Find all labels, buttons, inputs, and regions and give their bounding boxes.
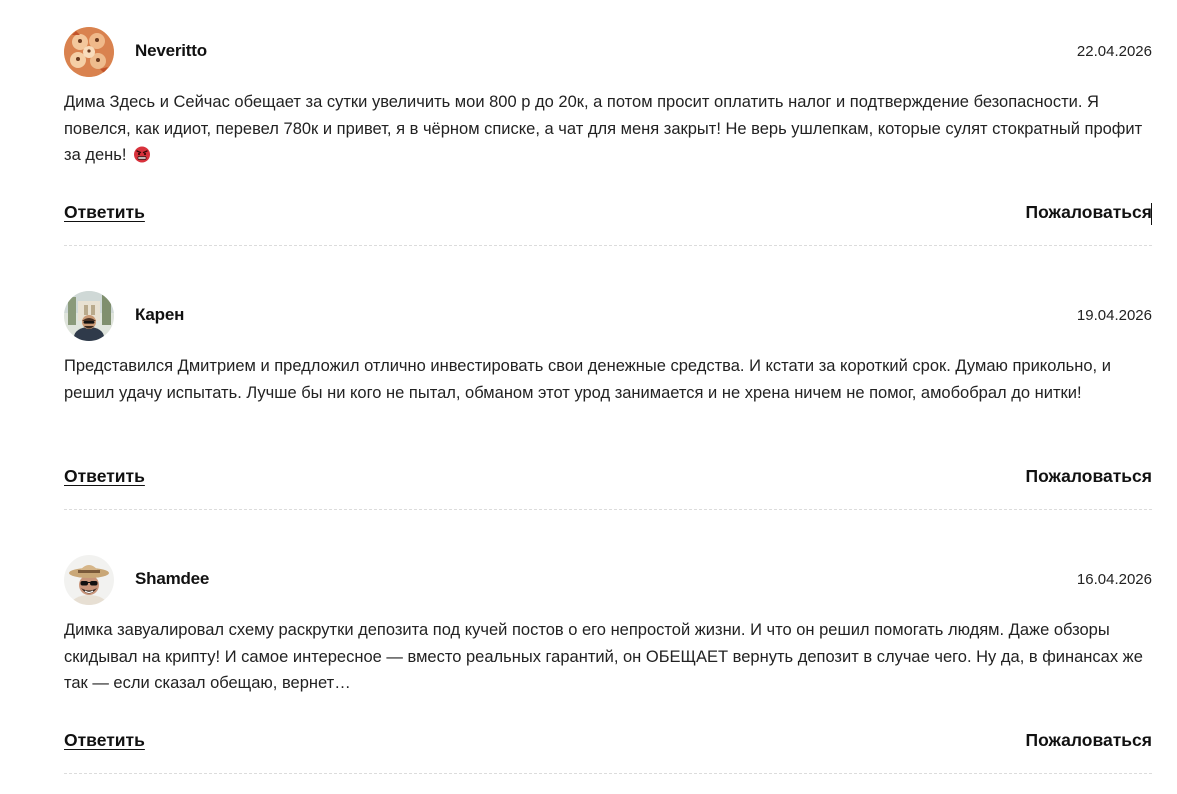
comment-item: Shamdee 16.04.2026 Димка завуалировал сх…	[64, 528, 1152, 792]
comment-header: Shamdee 16.04.2026	[64, 555, 1152, 605]
report-link[interactable]: Пожаловаться	[1026, 202, 1153, 223]
author-name: Neveritto	[135, 41, 207, 60]
comment-date: 19.04.2026	[1076, 307, 1152, 324]
comment-text: Дима Здесь и Сейчас обещает за сутки уве…	[64, 89, 1152, 169]
report-link[interactable]: Пожаловаться	[1026, 466, 1153, 487]
comment-text: Димка завуалировал схему раскрутки депоз…	[64, 621, 1143, 692]
reply-link[interactable]: Ответить	[64, 730, 145, 751]
text-cursor	[1151, 203, 1152, 225]
comments-list: Neveritto 22.04.2026 Дима Здесь и Сейчас…	[64, 0, 1152, 792]
author-name: Shamdee	[135, 569, 210, 588]
divider	[64, 773, 1152, 774]
divider	[64, 245, 1152, 246]
report-link[interactable]: Пожаловаться	[1026, 730, 1153, 751]
comment-text: Представился Дмитрием и предложил отличн…	[64, 357, 1111, 402]
angry-face-emoji-icon	[133, 145, 151, 163]
comment-actions: Ответить Пожаловаться	[64, 464, 1152, 494]
comment-date: 22.04.2026	[1076, 43, 1152, 60]
comment-date: 16.04.2026	[1076, 571, 1152, 588]
comment-header: Neveritto 22.04.2026	[64, 27, 1152, 77]
comment-header: Карен 19.04.2026	[64, 291, 1152, 341]
reply-link[interactable]: Ответить	[64, 202, 145, 223]
reply-link[interactable]: Ответить	[64, 466, 145, 487]
comment-actions: Ответить Пожаловаться	[64, 728, 1152, 758]
avatar	[64, 291, 114, 341]
divider	[64, 509, 1152, 510]
comment-body: Дима Здесь и Сейчас обещает за сутки уве…	[64, 93, 1143, 164]
avatar	[64, 27, 114, 77]
comment-actions: Ответить Пожаловаться	[64, 200, 1152, 230]
avatar	[64, 555, 114, 605]
comment-item: Neveritto 22.04.2026 Дима Здесь и Сейчас…	[64, 0, 1152, 264]
author-name: Карен	[135, 305, 185, 324]
comment-item: Карен 19.04.2026 Представился Дмитрием и…	[64, 264, 1152, 528]
